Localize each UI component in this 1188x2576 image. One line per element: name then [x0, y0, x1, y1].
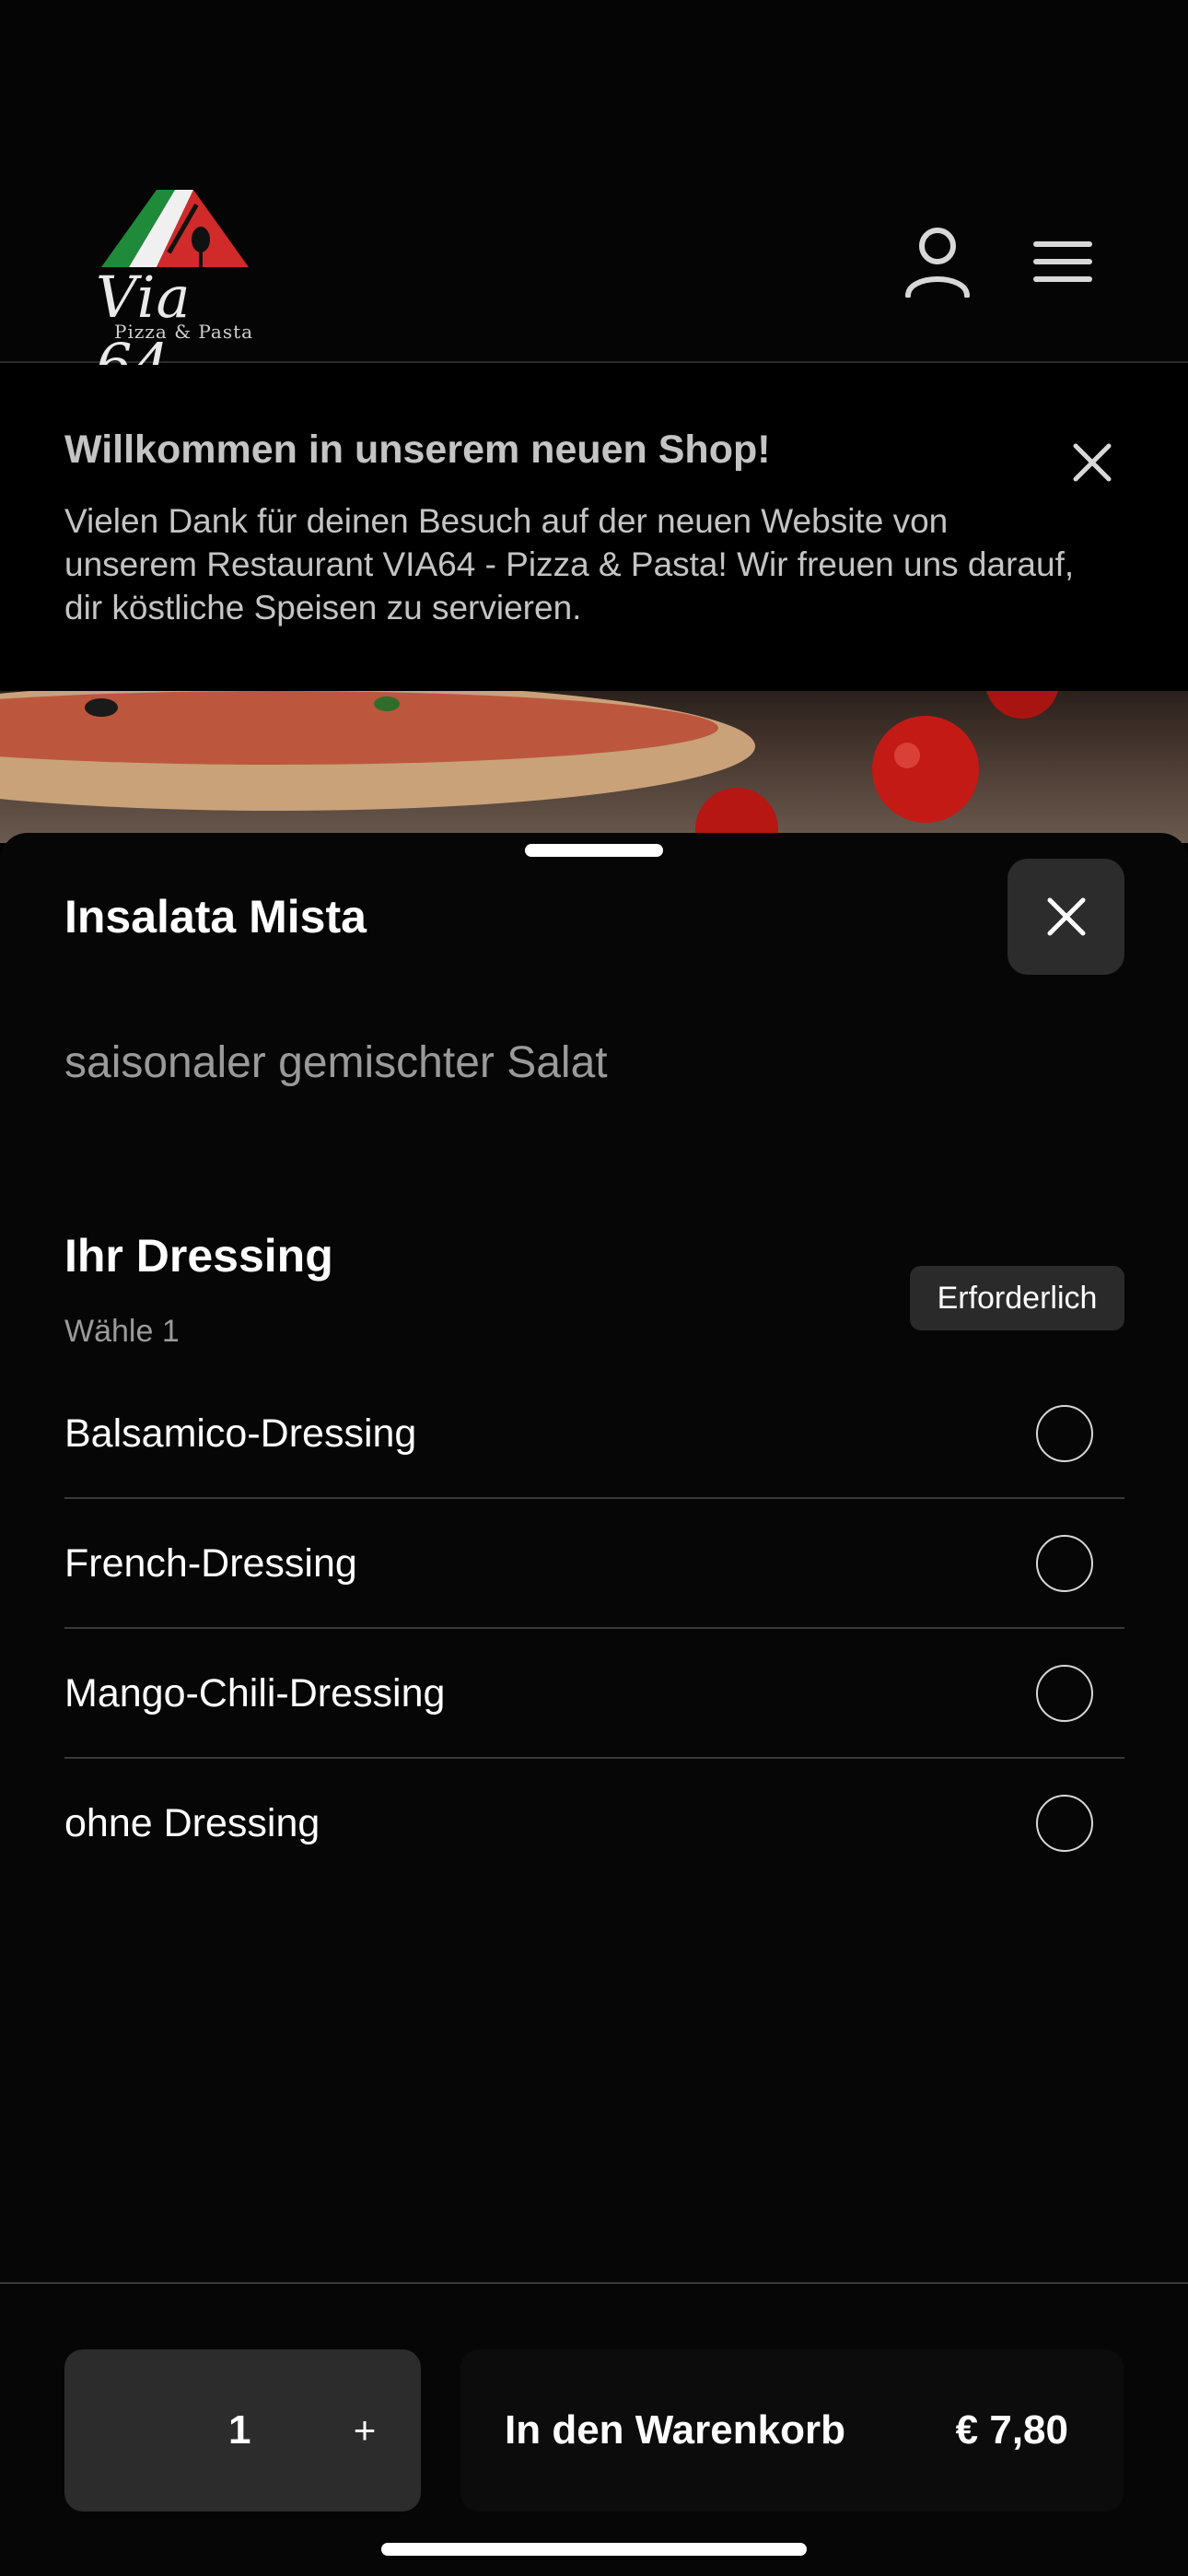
option-group-subtitle: Wähle 1 [64, 1314, 180, 1349]
close-icon [1047, 897, 1085, 936]
dressing-option[interactable]: Mango-Chili-Dressing [64, 1629, 1124, 1759]
home-indicator[interactable] [381, 2543, 807, 2556]
option-group-title: Ihr Dressing [64, 1230, 333, 1282]
banner-title: Willkommen in unserem neuen Shop! [64, 427, 771, 472]
dressing-option[interactable]: Balsamico-Dressing [64, 1369, 1124, 1499]
radio-button[interactable] [1036, 1665, 1093, 1722]
add-to-cart-button[interactable]: In den Warenkorb € 7,80 [460, 2349, 1124, 2512]
product-title: Insalata Mista [64, 891, 367, 943]
option-label: French-Dressing [64, 1541, 357, 1586]
page: Via 64 Pizza & Pasta Willkommen in unser… [0, 0, 1188, 2576]
site-header: Via 64 Pizza & Pasta [0, 0, 1188, 398]
radio-button[interactable] [1036, 1405, 1093, 1462]
menu-icon[interactable] [1030, 238, 1096, 286]
product-sheet: Insalata Mista saisonaler gemischter Sal… [0, 833, 1188, 2576]
option-label: Mango-Chili-Dressing [64, 1671, 446, 1715]
restaurant-logo[interactable]: Via 64 Pizza & Pasta [92, 182, 258, 398]
quantity-stepper: 1 + [64, 2349, 421, 2512]
dressing-option[interactable]: French-Dressing [64, 1499, 1124, 1629]
dressing-options-list: Balsamico-Dressing French-Dressing Mango… [64, 1369, 1124, 1889]
option-label: ohne Dressing [64, 1801, 320, 1845]
price-label: € 7,80 [955, 2407, 1068, 2453]
required-badge: Erforderlich [910, 1266, 1124, 1330]
add-to-cart-label: In den Warenkorb [505, 2407, 845, 2453]
radio-button[interactable] [1036, 1795, 1093, 1852]
radio-button[interactable] [1036, 1535, 1093, 1592]
user-icon[interactable] [903, 226, 973, 298]
product-description: saisonaler gemischter Salat [64, 1038, 608, 1087]
close-sheet-button[interactable] [1007, 859, 1124, 975]
close-icon[interactable] [1068, 439, 1116, 486]
logo-subtitle: Pizza & Pasta [114, 321, 254, 343]
dressing-option[interactable]: ohne Dressing [64, 1759, 1124, 1889]
pizza-photo [0, 691, 1058, 843]
increase-quantity-button[interactable]: + [328, 2394, 402, 2467]
banner-text: Vielen Dank für deinen Besuch auf der ne… [64, 502, 1075, 626]
footer-divider [0, 2282, 1188, 2284]
option-label: Balsamico-Dressing [64, 1411, 417, 1456]
quantity-value: 1 [228, 2407, 251, 2453]
welcome-banner: Willkommen in unserem neuen Shop! Vielen… [0, 365, 1188, 691]
hero-pizza-image [0, 691, 1188, 843]
sheet-drag-handle[interactable] [525, 844, 663, 857]
